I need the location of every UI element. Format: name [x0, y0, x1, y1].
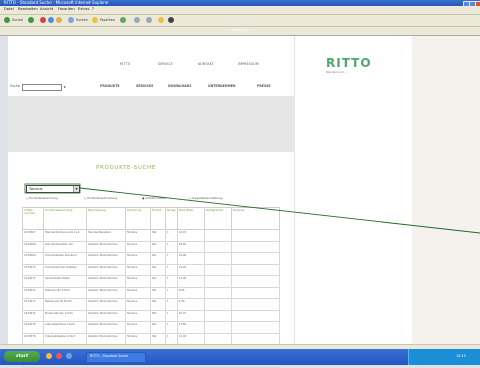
callout-highlight-box [24, 183, 81, 194]
quicklaunch-ie-icon[interactable] [46, 353, 52, 359]
quicklaunch-desktop-icon[interactable] [66, 353, 72, 359]
callout-line [79, 187, 480, 234]
taskbar-window-label: RITTO - Standard Suche [90, 354, 128, 358]
clock: 10:15 [456, 354, 466, 358]
system-tray [408, 349, 480, 365]
callout-pointer [24, 183, 480, 234]
taskbar-window-button[interactable]: RITTO - Standard Suche [86, 352, 146, 363]
start-button[interactable]: start [4, 351, 40, 362]
quicklaunch-media-icon[interactable] [56, 353, 62, 359]
